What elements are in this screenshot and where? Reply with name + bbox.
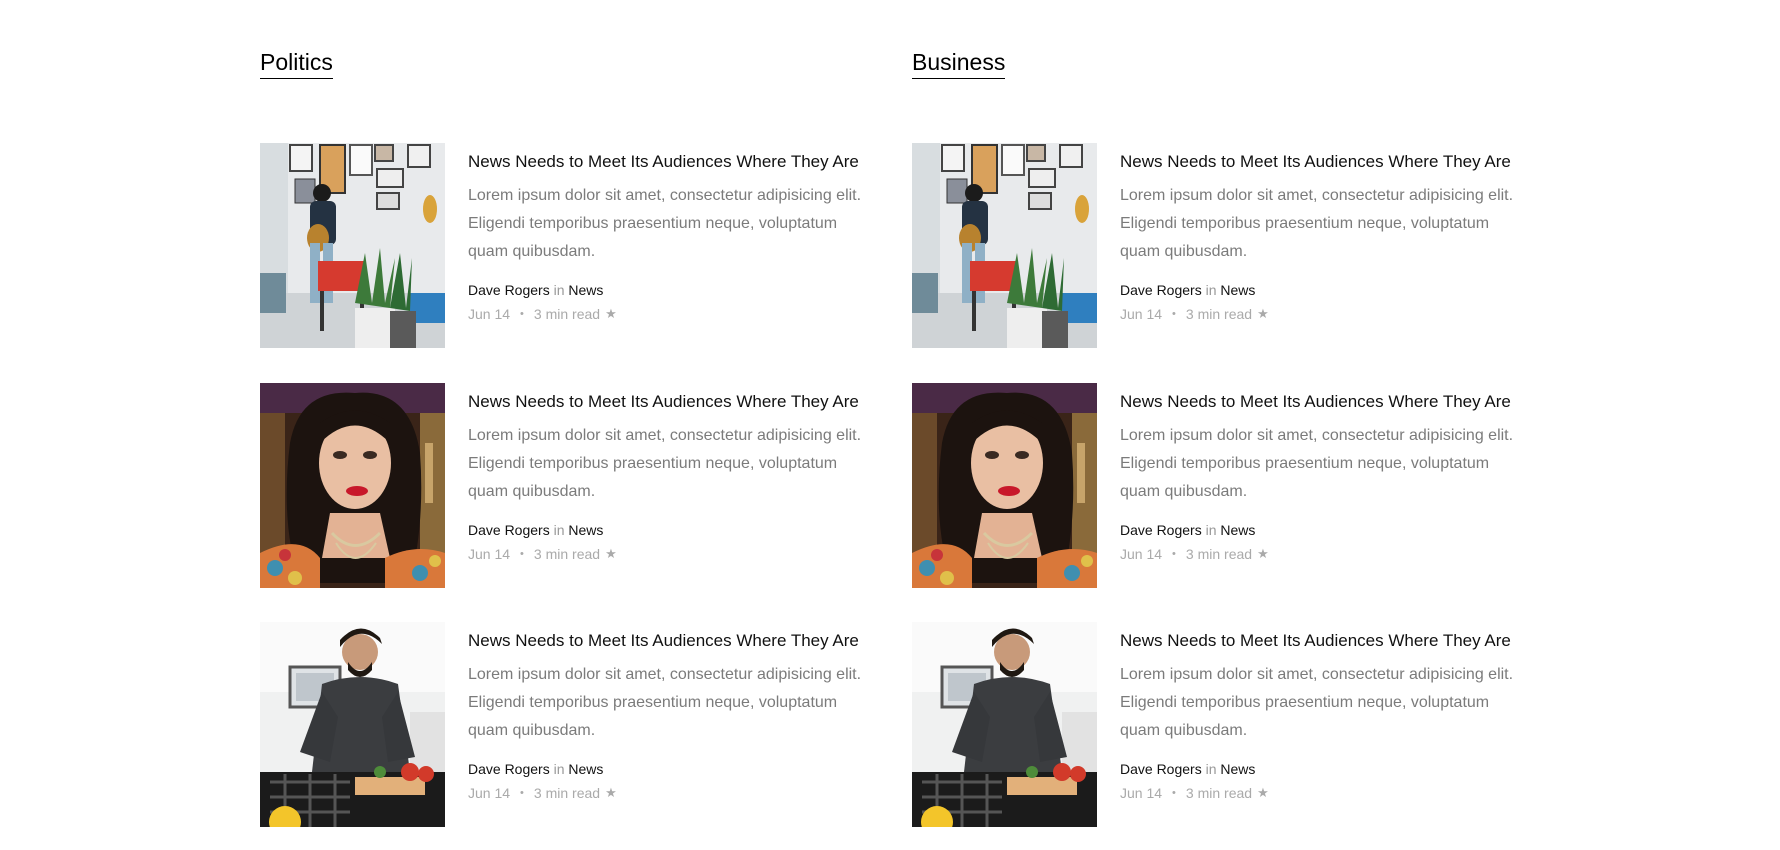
post-byline: Dave Rogers in News: [1120, 280, 1530, 300]
meta-separator: •: [1172, 548, 1176, 560]
post-byline: Dave Rogers in News: [1120, 759, 1530, 779]
post-excerpt: Lorem ipsum dolor sit amet, consectetur …: [1120, 187, 1514, 260]
post-meta: Jun 14 • 3 min read ★: [468, 304, 878, 324]
category-link[interactable]: News: [568, 282, 603, 298]
read-time: 3 min read: [1185, 306, 1253, 322]
read-time: 3 min read: [533, 306, 601, 322]
category-link[interactable]: News: [568, 761, 603, 777]
post-thumbnail[interactable]: [912, 622, 1097, 827]
post-excerpt: Lorem ipsum dolor sit amet, consectetur …: [468, 427, 862, 500]
post-card: News Needs to Meet Its Audiences Where T…: [260, 622, 880, 827]
byline-in: in: [1205, 282, 1217, 298]
post-title[interactable]: News Needs to Meet Its Audiences Where T…: [1120, 391, 1530, 413]
post-title[interactable]: News Needs to Meet Its Audiences Where T…: [1120, 630, 1530, 652]
category-link[interactable]: News: [1220, 522, 1255, 538]
author-link[interactable]: Dave Rogers: [1120, 282, 1202, 298]
star-icon[interactable]: ★: [605, 544, 617, 564]
post-excerpt: Lorem ipsum dolor sit amet, consectetur …: [1120, 427, 1514, 500]
woman-portrait-photo: [912, 383, 1097, 588]
woman-portrait-photo: [260, 383, 445, 588]
post-byline: Dave Rogers in News: [468, 520, 878, 540]
author-link[interactable]: Dave Rogers: [468, 522, 550, 538]
post-meta: Jun 14 • 3 min read ★: [1120, 544, 1530, 564]
post-date: Jun 14: [1120, 785, 1163, 801]
post-text: News Needs to Meet Its Audiences Where T…: [1120, 630, 1530, 803]
post-thumbnail[interactable]: [260, 383, 445, 588]
post-title[interactable]: News Needs to Meet Its Audiences Where T…: [1120, 151, 1530, 173]
post-date: Jun 14: [1120, 546, 1163, 562]
post-text: News Needs to Meet Its Audiences Where T…: [468, 391, 878, 564]
post-excerpt: Lorem ipsum dolor sit amet, consectetur …: [468, 666, 862, 739]
post-thumbnail[interactable]: [912, 143, 1097, 348]
meta-separator: •: [1172, 308, 1176, 320]
byline-in: in: [553, 522, 565, 538]
woman-gallery-photo: [260, 143, 445, 348]
section-title[interactable]: Business: [912, 48, 1006, 79]
post-text: News Needs to Meet Its Audiences Where T…: [1120, 391, 1530, 564]
post-title[interactable]: News Needs to Meet Its Audiences Where T…: [468, 630, 878, 652]
read-time: 3 min read: [533, 785, 601, 801]
star-icon[interactable]: ★: [1257, 544, 1269, 564]
star-icon[interactable]: ★: [605, 783, 617, 803]
meta-separator: •: [520, 787, 524, 799]
post-date: Jun 14: [468, 306, 511, 322]
star-icon[interactable]: ★: [1257, 783, 1269, 803]
post-byline: Dave Rogers in News: [468, 759, 878, 779]
post-text: News Needs to Meet Its Audiences Where T…: [468, 630, 878, 803]
meta-separator: •: [1172, 787, 1176, 799]
page: Politics News Needs to Meet Its Audience…: [0, 0, 1780, 850]
post-excerpt: Lorem ipsum dolor sit amet, consectetur …: [468, 187, 862, 260]
meta-separator: •: [520, 308, 524, 320]
author-link[interactable]: Dave Rogers: [468, 282, 550, 298]
section-title[interactable]: Politics: [260, 48, 333, 79]
star-icon[interactable]: ★: [1257, 304, 1269, 324]
post-text: News Needs to Meet Its Audiences Where T…: [1120, 151, 1530, 324]
man-cooking-photo: [260, 622, 445, 827]
read-time: 3 min read: [1185, 546, 1253, 562]
post-meta: Jun 14 • 3 min read ★: [1120, 783, 1530, 803]
author-link[interactable]: Dave Rogers: [1120, 522, 1202, 538]
byline-in: in: [553, 282, 565, 298]
post-card: News Needs to Meet Its Audiences Where T…: [912, 383, 1532, 588]
meta-separator: •: [520, 548, 524, 560]
post-card: News Needs to Meet Its Audiences Where T…: [912, 622, 1532, 827]
post-thumbnail[interactable]: [260, 143, 445, 348]
byline-in: in: [553, 761, 565, 777]
post-text: News Needs to Meet Its Audiences Where T…: [468, 151, 878, 324]
post-meta: Jun 14 • 3 min read ★: [468, 544, 878, 564]
post-title[interactable]: News Needs to Meet Its Audiences Where T…: [468, 151, 878, 173]
star-icon[interactable]: ★: [605, 304, 617, 324]
post-date: Jun 14: [468, 546, 511, 562]
post-title[interactable]: News Needs to Meet Its Audiences Where T…: [468, 391, 878, 413]
read-time: 3 min read: [533, 546, 601, 562]
post-date: Jun 14: [468, 785, 511, 801]
post-thumbnail[interactable]: [260, 622, 445, 827]
category-link[interactable]: News: [1220, 761, 1255, 777]
woman-gallery-photo: [912, 143, 1097, 348]
post-byline: Dave Rogers in News: [468, 280, 878, 300]
post-card: News Needs to Meet Its Audiences Where T…: [912, 143, 1532, 348]
author-link[interactable]: Dave Rogers: [468, 761, 550, 777]
author-link[interactable]: Dave Rogers: [1120, 761, 1202, 777]
post-thumbnail[interactable]: [912, 383, 1097, 588]
read-time: 3 min read: [1185, 785, 1253, 801]
category-link[interactable]: News: [1220, 282, 1255, 298]
man-cooking-photo: [912, 622, 1097, 827]
post-meta: Jun 14 • 3 min read ★: [468, 783, 878, 803]
post-excerpt: Lorem ipsum dolor sit amet, consectetur …: [1120, 666, 1514, 739]
post-card: News Needs to Meet Its Audiences Where T…: [260, 383, 880, 588]
category-link[interactable]: News: [568, 522, 603, 538]
post-meta: Jun 14 • 3 min read ★: [1120, 304, 1530, 324]
byline-in: in: [1205, 761, 1217, 777]
post-byline: Dave Rogers in News: [1120, 520, 1530, 540]
post-card: News Needs to Meet Its Audiences Where T…: [260, 143, 880, 348]
byline-in: in: [1205, 522, 1217, 538]
post-date: Jun 14: [1120, 306, 1163, 322]
